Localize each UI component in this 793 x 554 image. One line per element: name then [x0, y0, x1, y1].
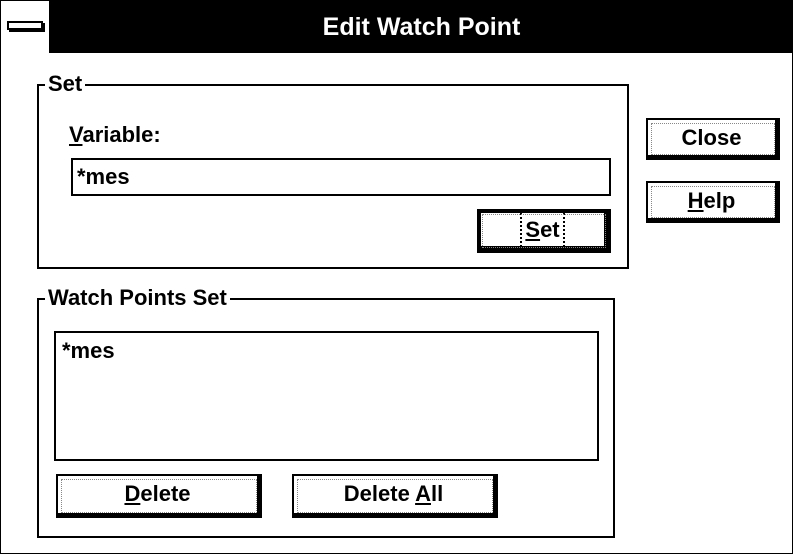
- edit-watch-point-dialog: Edit Watch Point Set Variable: *mes Set …: [0, 0, 793, 554]
- watch-points-listbox[interactable]: *mes: [54, 331, 599, 461]
- list-item[interactable]: *mes: [62, 339, 591, 363]
- system-menu-icon: [7, 21, 43, 30]
- watch-points-groupbox: Watch Points Set *mes Delete Delete All: [37, 285, 615, 538]
- variable-label: Variable:: [69, 122, 161, 147]
- watch-points-group-label: Watch Points Set: [45, 285, 230, 311]
- set-button[interactable]: Set: [477, 209, 611, 253]
- window-title: Edit Watch Point: [322, 13, 521, 41]
- system-menu-button[interactable]: [1, 1, 51, 53]
- set-groupbox: Set Variable: *mes Set: [37, 71, 629, 269]
- help-button[interactable]: Help: [646, 181, 780, 223]
- title-bar: Edit Watch Point: [1, 1, 792, 53]
- variable-input[interactable]: *mes: [71, 158, 611, 196]
- set-group-label: Set: [45, 71, 86, 97]
- delete-button[interactable]: Delete: [56, 474, 262, 518]
- delete-all-button[interactable]: Delete All: [292, 474, 498, 518]
- close-button[interactable]: Close: [646, 118, 780, 160]
